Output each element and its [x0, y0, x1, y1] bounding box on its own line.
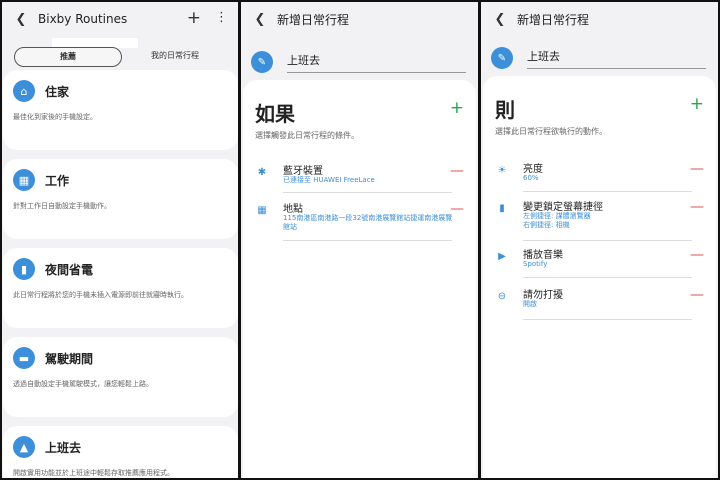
add-action-button[interactable]: + [690, 96, 704, 113]
top-app-bar: ❮ 新增日常行程 [481, 2, 718, 36]
then-subtitle: 選擇此日常行程欲執行的動作。 [495, 127, 607, 136]
action-detail: 60% [523, 174, 539, 182]
condition-item[interactable]: ✱ 藍牙裝置 已連接至 HUAWEI FreeLace — [255, 162, 464, 193]
divider [523, 319, 692, 320]
remove-condition-button[interactable]: — [450, 202, 464, 216]
tab-recommended[interactable]: 推薦 [14, 47, 122, 67]
battery-icon: ▮ [13, 258, 35, 280]
action-detail: 開啟 [523, 300, 537, 308]
do-not-disturb-icon: ⊖ [497, 290, 507, 302]
remove-action-button[interactable]: — [690, 200, 704, 214]
routine-name-input[interactable]: 上班去 [527, 47, 706, 69]
tab-bar: 推薦 我的日常行程 [14, 46, 228, 68]
routine-card[interactable]: ▦ 工作 針對工作日自動設定手機動作。 [3, 159, 238, 239]
divider [523, 240, 692, 241]
action-detail: Spotify [523, 260, 548, 268]
back-arrow-icon[interactable]: ❮ [14, 12, 28, 27]
brightness-icon: ☀ [497, 164, 507, 176]
action-title: 請勿打擾 [523, 290, 563, 301]
routine-card[interactable]: ▬ 駕駛期間 透過自動設定手機駕駛模式，讓您輕鬆上路。 [3, 337, 238, 417]
back-arrow-icon[interactable]: ❮ [253, 12, 267, 27]
routines-list-screen: ❮ Bixby Routines + ⋮ 推薦 我的日常行程 ⌂ 住家 最佳化到… [2, 2, 238, 478]
routine-title: 工作 [45, 173, 70, 188]
lockscreen-icon: ▮ [499, 202, 505, 214]
divider [523, 191, 692, 192]
condition-item[interactable]: ▦ 地點 115南港區南港路一段32號南港展覽館站捷運南港展覽館站 — [255, 200, 464, 241]
building-icon: ▦ [13, 169, 35, 191]
routine-description: 透過自動設定手機駕駛模式，讓您輕鬆上路。 [13, 380, 153, 388]
action-item[interactable]: ⊖ 請勿打擾 開啟 — [495, 286, 704, 320]
condition-title: 藍牙裝置 [283, 166, 323, 177]
routine-title: 夜間省電 [45, 262, 94, 277]
conditions-sheet: 如果 + 選擇觸發此日常行程的條件。 ✱ 藍牙裝置 已連接至 HUAWEI Fr… [243, 80, 476, 478]
more-options-icon[interactable]: ⋮ [215, 11, 228, 25]
remove-action-button[interactable]: — [690, 162, 704, 176]
routine-description: 針對工作日自動設定手機動作。 [13, 202, 111, 210]
top-app-bar: ❮ 新增日常行程 [241, 2, 478, 36]
play-icon: ▶ [498, 250, 506, 262]
add-condition-button[interactable]: + [450, 100, 464, 117]
add-routine-if-screen: ❮ 新增日常行程 ✎ 上班去 如果 + 選擇觸發此日常行程的條件。 ✱ 藍牙裝置… [241, 2, 478, 478]
condition-detail: 已連接至 HUAWEI FreeLace [283, 176, 375, 184]
tab-my-routines[interactable]: 我的日常行程 [122, 47, 228, 67]
action-detail: 左側捷徑: 謀體瀏覽器 右側捷徑: 相機 [523, 212, 591, 229]
car-icon: ▬ [13, 347, 35, 369]
routine-avatar-icon[interactable]: ✎ [251, 51, 273, 73]
action-item[interactable]: ☀ 亮度 60% — [495, 160, 704, 192]
condition-title: 地點 [283, 204, 303, 215]
add-routine-button[interactable]: + [187, 10, 201, 27]
remove-condition-button[interactable]: — [450, 164, 464, 178]
routine-description: 此日常行程將於您的手機未插入電源即前往就寢時執行。 [13, 291, 188, 299]
routine-title: 上班去 [45, 440, 82, 455]
action-title: 播放音樂 [523, 250, 563, 261]
action-title: 亮度 [523, 164, 543, 175]
home-icon: ⌂ [13, 80, 35, 102]
app-title: Bixby Routines [38, 12, 128, 26]
divider [283, 240, 452, 241]
then-heading: 則 [495, 98, 515, 122]
if-subtitle: 選擇觸發此日常行程的條件。 [255, 131, 359, 140]
commute-icon: ▲ [13, 436, 35, 458]
condition-detail: 115南港區南港路一段32號南港展覽館站捷運南港展覽館站 [283, 214, 453, 231]
remove-action-button[interactable]: — [690, 288, 704, 302]
divider [283, 192, 452, 193]
routine-card[interactable]: ▮ 夜間省電 此日常行程將於您的手機未插入電源即前往就寢時執行。 [3, 248, 238, 328]
routine-description: 開啟實用功能並於上班途中輕鬆存取推薦應用程式。 [13, 469, 174, 477]
back-arrow-icon[interactable]: ❮ [493, 12, 507, 27]
divider [523, 277, 692, 278]
bluetooth-icon: ✱ [257, 166, 267, 178]
routine-description: 最佳化到家後的手機設定。 [13, 113, 97, 121]
location-icon: ▦ [257, 204, 267, 216]
action-item[interactable]: ▶ 播放音樂 Spotify — [495, 246, 704, 278]
if-heading: 如果 [255, 102, 295, 126]
routine-name-row: ✎ 上班去 [491, 46, 706, 70]
add-routine-then-screen: ❮ 新增日常行程 ✎ 上班去 則 + 選擇此日常行程欲執行的動作。 ☀ 亮度 6… [481, 2, 718, 478]
screen-title: 新增日常行程 [517, 12, 590, 27]
routine-avatar-icon[interactable]: ✎ [491, 47, 513, 69]
remove-action-button[interactable]: — [690, 248, 704, 262]
routine-name-input[interactable]: 上班去 [287, 51, 466, 73]
routine-name-row: ✎ 上班去 [251, 50, 466, 74]
routine-card[interactable]: ⌂ 住家 最佳化到家後的手機設定。 [3, 70, 238, 150]
screen-title: 新增日常行程 [277, 12, 350, 27]
routine-title: 住家 [45, 84, 70, 99]
action-item[interactable]: ▮ 變更鎖定螢幕捷徑 左側捷徑: 謀體瀏覽器 右側捷徑: 相機 — [495, 198, 704, 241]
action-title: 變更鎖定螢幕捷徑 [523, 202, 603, 213]
routine-title: 駕駛期間 [45, 351, 94, 366]
actions-sheet: 則 + 選擇此日常行程欲執行的動作。 ☀ 亮度 60% — ▮ 變更鎖定螢幕捷徑… [483, 76, 716, 478]
routine-card[interactable]: ▲ 上班去 開啟實用功能並於上班途中輕鬆存取推薦應用程式。 [3, 426, 238, 478]
